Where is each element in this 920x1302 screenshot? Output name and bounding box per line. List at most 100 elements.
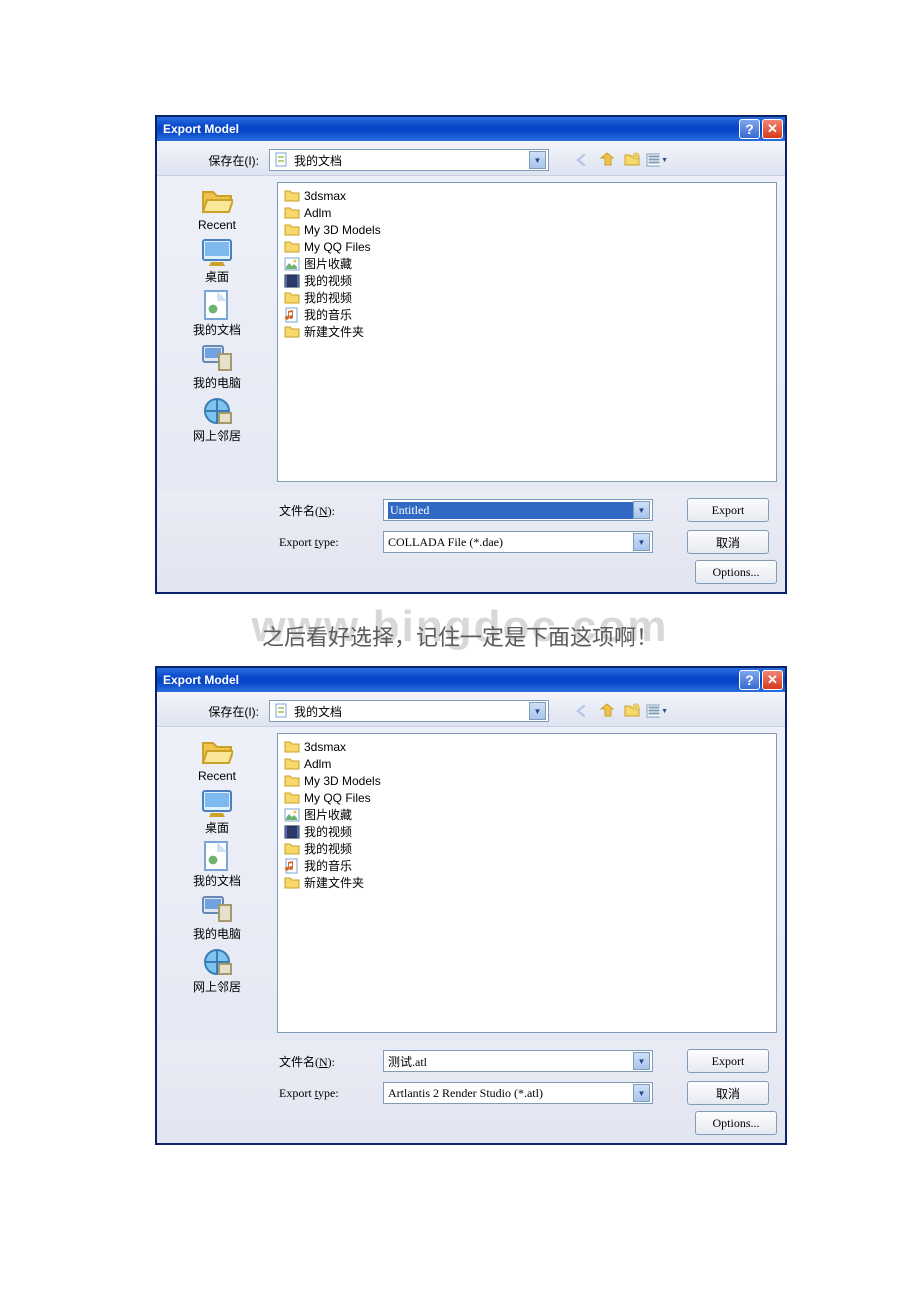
list-item[interactable]: 我的视频 xyxy=(284,289,770,306)
new-folder-icon[interactable] xyxy=(621,150,643,170)
folder-icon xyxy=(284,790,300,806)
cancel-button[interactable]: 取消 xyxy=(687,1081,769,1105)
back-icon[interactable] xyxy=(571,150,593,170)
places-item[interactable]: Recent xyxy=(165,184,269,234)
titlebar[interactable]: Export Model ? ✕ xyxy=(157,117,785,141)
save-in-value: 我的文档 xyxy=(294,152,525,169)
my-documents-icon xyxy=(274,152,290,168)
chevron-down-icon[interactable]: ▼ xyxy=(633,501,650,519)
list-item-label: Adlm xyxy=(304,206,331,220)
folder-icon xyxy=(284,756,300,772)
list-item[interactable]: 我的视频 xyxy=(284,840,770,857)
list-item[interactable]: 3dsmax xyxy=(284,187,770,204)
list-item[interactable]: My QQ Files xyxy=(284,238,770,255)
places-item[interactable]: 桌面 xyxy=(165,785,269,838)
places-bar: Recent 桌面我的文档我的电脑网上邻居 xyxy=(165,733,269,1033)
export-button[interactable]: Export xyxy=(687,498,769,522)
type-value: Artlantis 2 Render Studio (*.atl) xyxy=(388,1086,633,1101)
places-item-label: Recent xyxy=(198,218,236,232)
places-bar: Recent 桌面我的文档我的电脑网上邻居 xyxy=(165,182,269,482)
save-in-combo[interactable]: 我的文档 ▼ xyxy=(269,149,549,171)
views-icon[interactable]: ▼ xyxy=(646,150,668,170)
folder-icon xyxy=(284,239,300,255)
help-button[interactable]: ? xyxy=(739,670,760,690)
up-one-level-icon[interactable] xyxy=(596,150,618,170)
export-button[interactable]: Export xyxy=(687,1049,769,1073)
dialog-title: Export Model xyxy=(163,122,737,136)
places-item-label: 我的电脑 xyxy=(193,374,241,391)
music-icon xyxy=(284,307,300,323)
list-item[interactable]: 我的视频 xyxy=(284,823,770,840)
list-item[interactable]: 我的音乐 xyxy=(284,306,770,323)
list-item-label: My QQ Files xyxy=(304,240,371,254)
places-item-label: 我的电脑 xyxy=(193,925,241,942)
up-one-level-icon[interactable] xyxy=(596,701,618,721)
chevron-down-icon[interactable]: ▼ xyxy=(529,151,546,169)
filename-value: 测试.atl xyxy=(388,1053,633,1070)
list-item-label: 3dsmax xyxy=(304,189,346,203)
filename-label: 文件名(N): xyxy=(165,502,383,519)
new-folder-icon[interactable] xyxy=(621,701,643,721)
mydocs-icon xyxy=(201,289,233,321)
list-item-label: 图片收藏 xyxy=(304,255,352,272)
filename-input[interactable]: Untitled ▼ xyxy=(383,499,653,521)
chevron-down-icon[interactable]: ▼ xyxy=(633,533,650,551)
folder-icon xyxy=(284,841,300,857)
places-item[interactable]: 我的电脑 xyxy=(165,340,269,393)
list-item[interactable]: 新建文件夹 xyxy=(284,323,770,340)
list-item[interactable]: 新建文件夹 xyxy=(284,874,770,891)
list-item-label: 我的视频 xyxy=(304,272,352,289)
filename-input[interactable]: 测试.atl ▼ xyxy=(383,1050,653,1072)
file-list[interactable]: 3dsmaxAdlmMy 3D ModelsMy QQ Files图片收藏我的视… xyxy=(277,733,777,1033)
list-item[interactable]: 3dsmax xyxy=(284,738,770,755)
places-item[interactable]: 网上邻居 xyxy=(165,393,269,446)
list-item[interactable]: 图片收藏 xyxy=(284,806,770,823)
list-item[interactable]: My 3D Models xyxy=(284,221,770,238)
places-item[interactable]: 我的文档 xyxy=(165,838,269,891)
type-label: Export type: xyxy=(165,535,383,550)
list-item-label: 我的音乐 xyxy=(304,306,352,323)
filename-label: 文件名(N): xyxy=(165,1053,383,1070)
places-item-label: 我的文档 xyxy=(193,321,241,338)
cancel-button[interactable]: 取消 xyxy=(687,530,769,554)
type-combo[interactable]: COLLADA File (*.dae) ▼ xyxy=(383,531,653,553)
type-combo[interactable]: Artlantis 2 Render Studio (*.atl) ▼ xyxy=(383,1082,653,1104)
list-item[interactable]: Adlm xyxy=(284,204,770,221)
close-button[interactable]: ✕ xyxy=(762,670,783,690)
list-item[interactable]: My QQ Files xyxy=(284,789,770,806)
chevron-down-icon[interactable]: ▼ xyxy=(633,1084,650,1102)
list-item[interactable]: My 3D Models xyxy=(284,772,770,789)
options-button[interactable]: Options... xyxy=(695,1111,777,1135)
save-in-combo[interactable]: 我的文档 ▼ xyxy=(269,700,549,722)
places-item[interactable]: Recent xyxy=(165,735,269,785)
places-item[interactable]: 我的文档 xyxy=(165,287,269,340)
computer-icon xyxy=(201,893,233,925)
desktop-icon xyxy=(201,236,233,268)
help-button[interactable]: ? xyxy=(739,119,760,139)
list-item[interactable]: 我的音乐 xyxy=(284,857,770,874)
folder-icon xyxy=(284,739,300,755)
folder-icon xyxy=(201,186,233,218)
type-value: COLLADA File (*.dae) xyxy=(388,535,633,550)
list-item[interactable]: Adlm xyxy=(284,755,770,772)
close-button[interactable]: ✕ xyxy=(762,119,783,139)
video-dark-icon xyxy=(284,273,300,289)
folder-icon xyxy=(284,773,300,789)
list-item[interactable]: 我的视频 xyxy=(284,272,770,289)
options-button[interactable]: Options... xyxy=(695,560,777,584)
views-icon[interactable]: ▼ xyxy=(646,701,668,721)
list-item[interactable]: 图片收藏 xyxy=(284,255,770,272)
folder-icon xyxy=(284,188,300,204)
titlebar[interactable]: Export Model ? ✕ xyxy=(157,668,785,692)
places-item[interactable]: 网上邻居 xyxy=(165,944,269,997)
list-item-label: 新建文件夹 xyxy=(304,323,364,340)
places-item-label: 桌面 xyxy=(205,819,229,836)
places-item[interactable]: 桌面 xyxy=(165,234,269,287)
chevron-down-icon[interactable]: ▼ xyxy=(529,702,546,720)
file-list[interactable]: 3dsmaxAdlmMy 3D ModelsMy QQ Files图片收藏我的视… xyxy=(277,182,777,482)
chevron-down-icon[interactable]: ▼ xyxy=(633,1052,650,1070)
save-in-label: 保存在(I): xyxy=(165,152,269,169)
folder-icon xyxy=(284,290,300,306)
back-icon[interactable] xyxy=(571,701,593,721)
places-item[interactable]: 我的电脑 xyxy=(165,891,269,944)
